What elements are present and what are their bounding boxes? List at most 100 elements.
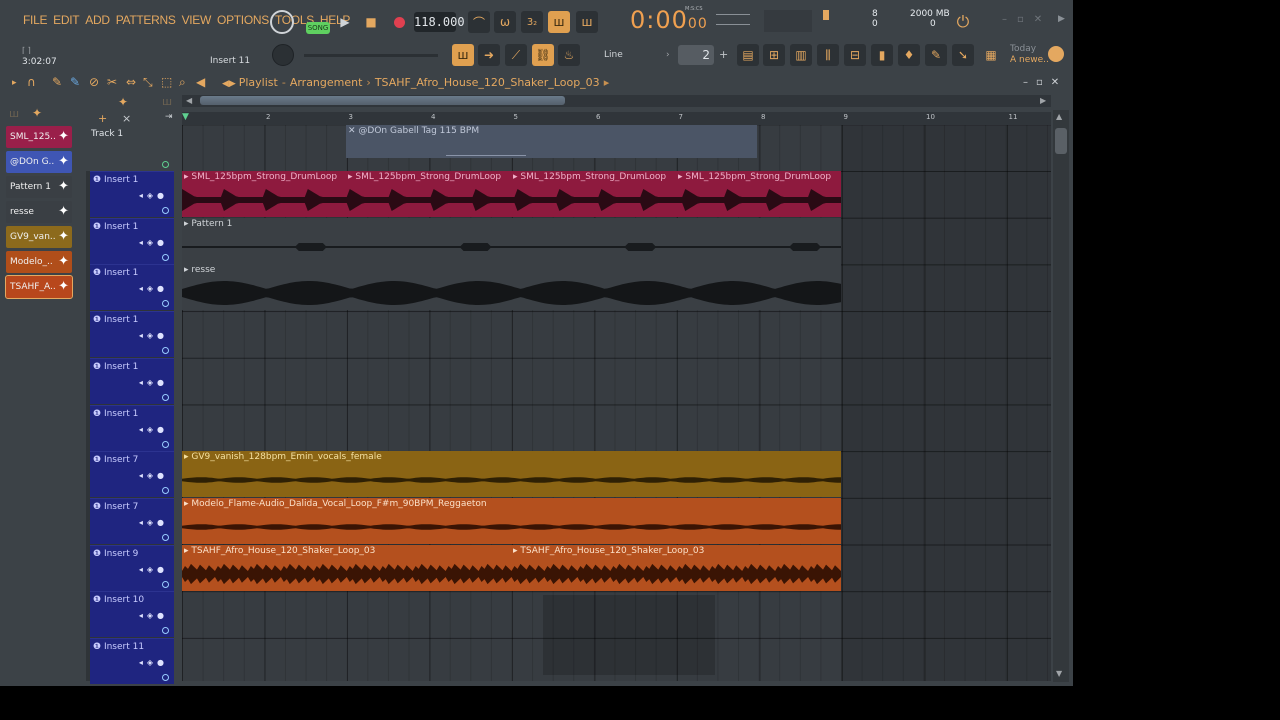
timeline-ruler[interactable]: 2 3 4 5 6 7 8 9 10 11 ▼ [182, 112, 1051, 125]
track-active-led[interactable] [162, 300, 169, 308]
picker-pattern-icon-2[interactable]: ш [162, 95, 172, 108]
stamp-icon[interactable]: ♨ [558, 44, 580, 66]
picker-item[interactable]: GV9_van.. ✦ [6, 226, 72, 248]
picker-item[interactable]: Modelo_.. ✦ [6, 251, 72, 273]
track-header[interactable]: ❶ Insert 10 ◂◈● [90, 591, 174, 638]
track-active-led[interactable] [162, 440, 169, 448]
mixer-icon[interactable]: ⫼ [817, 44, 839, 66]
playback-tool-icon[interactable]: ◀ [196, 75, 205, 89]
track-controls[interactable]: ◂◈● [139, 565, 168, 574]
track-active-led[interactable] [162, 207, 169, 214]
piano-roll-icon[interactable]: ⊞ [763, 44, 785, 66]
scroll-right-icon[interactable]: ▶ [1058, 14, 1065, 24]
delete-tool-icon[interactable]: ⊘ [89, 75, 99, 89]
track-header[interactable]: ❶ Insert 1 ◂◈● [90, 264, 174, 311]
power-icon[interactable]: ⏻ [952, 11, 974, 33]
menu-view[interactable]: VIEW [179, 13, 214, 31]
metronome-icon[interactable]: ⌒ [468, 11, 490, 33]
vertical-scroll-thumb[interactable] [1055, 128, 1067, 154]
track-active-led[interactable] [162, 393, 169, 401]
track-controls[interactable]: ◂◈● [139, 378, 168, 387]
plugin-icon[interactable]: ⊟ [844, 44, 866, 66]
audio-clip[interactable]: ▸ Pattern 1 [182, 217, 841, 264]
track-controls[interactable]: ◂◈● [139, 284, 168, 293]
menu-options[interactable]: OPTIONS [214, 13, 272, 31]
stop-button[interactable]: ■ [360, 11, 382, 33]
select-tool-icon[interactable]: ⬚ [161, 75, 172, 89]
track-header[interactable]: ❶ Insert 1 ◂◈● [90, 404, 174, 451]
menu-add[interactable]: ADD [82, 13, 112, 31]
track-controls[interactable]: ◂◈● [139, 471, 168, 480]
play-button[interactable]: ▶ [334, 11, 356, 33]
slice-tool-icon[interactable]: ⤡ [143, 75, 153, 90]
track-active-led[interactable] [162, 161, 169, 168]
window-controls[interactable]: –▫✕ [1002, 14, 1052, 25]
brush-icon[interactable]: ⟋ [505, 44, 527, 66]
playlist-window-controls[interactable]: –▫✕ [1023, 77, 1067, 88]
track-controls[interactable]: ◂◈● [139, 331, 168, 340]
breadcrumb-arrangement[interactable]: Arrangement [290, 76, 363, 89]
track-active-led[interactable] [162, 627, 169, 635]
channel-rack-icon[interactable]: ▥ [790, 44, 812, 66]
track-header[interactable]: ❶ Insert 11 ◂◈● [90, 638, 174, 684]
pencil-icon[interactable]: ✎ [52, 75, 62, 89]
audio-clip[interactable]: ▸ GV9_vanish_128bpm_Emin_vocals_female [182, 451, 841, 498]
song-mode-toggle[interactable]: SONG [306, 22, 330, 34]
audio-clip[interactable]: ✕ @DOn Gabell Tag 115 BPM [346, 125, 757, 158]
track-controls[interactable]: ◂◈● [139, 611, 168, 620]
audio-clip[interactable]: ▸ TSAHF_Afro_House_120_Shaker_Loop_03 ▸ T… [182, 544, 841, 591]
horizontal-scroll-thumb[interactable] [200, 96, 565, 105]
track-active-led[interactable] [162, 487, 169, 495]
picker-item[interactable]: Pattern 1 ✦ [6, 176, 72, 198]
track-header[interactable]: ❶ Insert 1 ◂◈● [90, 171, 174, 217]
countdown-icon[interactable]: 3₂ [521, 11, 543, 33]
picker-pattern-icon[interactable]: ш [9, 107, 19, 120]
playlist-view-icon[interactable]: ш [452, 44, 474, 66]
add-track-icon[interactable]: + [98, 112, 107, 125]
browser-icon[interactable]: ▮ [871, 44, 893, 66]
remove-track-icon[interactable]: × [122, 112, 131, 125]
pitch-knob-icon[interactable] [272, 44, 294, 66]
loop-record-icon[interactable]: ш [576, 11, 598, 33]
shortcut-icon[interactable]: ➘ [952, 44, 974, 66]
track-header[interactable]: ❶ Insert 7 ◂◈● [90, 497, 174, 544]
link-icon[interactable]: ⛓ [532, 44, 554, 66]
snap-increment-icon[interactable]: + [719, 48, 728, 61]
track-header[interactable]: ❶ Insert 7 ◂◈● [90, 451, 174, 498]
zoom-tool-icon[interactable]: ⌕ [179, 75, 186, 90]
snap-value[interactable]: 2 [678, 45, 714, 65]
breadcrumb-clip[interactable]: TSAHF_Afro_House_120_Shaker_Loop_03 [375, 76, 600, 89]
cart-icon[interactable]: ▦ [980, 44, 1002, 66]
track-controls[interactable]: ◂◈● [139, 425, 168, 434]
playlist-icon[interactable]: ▤ [737, 44, 759, 66]
audio-clip[interactable]: ▸ Modelo_Flame-Audio_Dalida_Vocal_Loop_F… [182, 497, 841, 544]
audio-clip[interactable]: ▸ SML_125bpm_Strong_DrumLoop ▸ SML_125bpm… [182, 171, 841, 217]
track-header[interactable]: ❶ Insert 1 ◂◈● [90, 217, 174, 264]
track-active-led[interactable] [162, 674, 169, 681]
slip-tool-icon[interactable]: ⇔ [126, 75, 136, 89]
menu-file[interactable]: FILE [20, 13, 50, 31]
track-controls[interactable]: ◂◈● [139, 238, 168, 247]
track-scroll-icon[interactable]: ⇥ [165, 112, 173, 122]
track-active-led[interactable] [162, 253, 169, 261]
master-pitch-slider[interactable] [304, 54, 438, 57]
audio-clip[interactable]: ▸ resse [182, 264, 841, 311]
picker-item[interactable]: resse ✦ [6, 201, 72, 223]
playlist-menu-icon[interactable]: ▸ [12, 78, 17, 88]
playhead-marker[interactable]: ▼ [182, 112, 189, 122]
record-button[interactable] [388, 11, 410, 33]
picker-audio-icon[interactable]: ✦ [32, 106, 42, 120]
arrow-right-icon[interactable]: ➜ [478, 44, 500, 66]
track-header-track1[interactable]: Track 1 [86, 125, 174, 171]
news-panel[interactable]: Today A newe.. [1010, 44, 1049, 66]
track-active-led[interactable] [162, 580, 169, 588]
track-active-led[interactable] [162, 533, 169, 541]
wait-record-icon[interactable]: ω [494, 11, 516, 33]
track-header[interactable]: ❶ Insert 9 ◂◈● [90, 544, 174, 591]
track-header[interactable]: ❶ Insert 1 ◂◈● [90, 311, 174, 358]
scroll-right-arrow-icon[interactable]: ▶ [1040, 96, 1046, 105]
scroll-down-icon[interactable]: ▼ [1056, 669, 1062, 678]
track-controls[interactable]: ◂◈● [139, 518, 168, 527]
vertical-scrollbar[interactable] [1053, 110, 1069, 682]
track-header[interactable]: ❶ Insert 1 ◂◈● [90, 357, 174, 404]
